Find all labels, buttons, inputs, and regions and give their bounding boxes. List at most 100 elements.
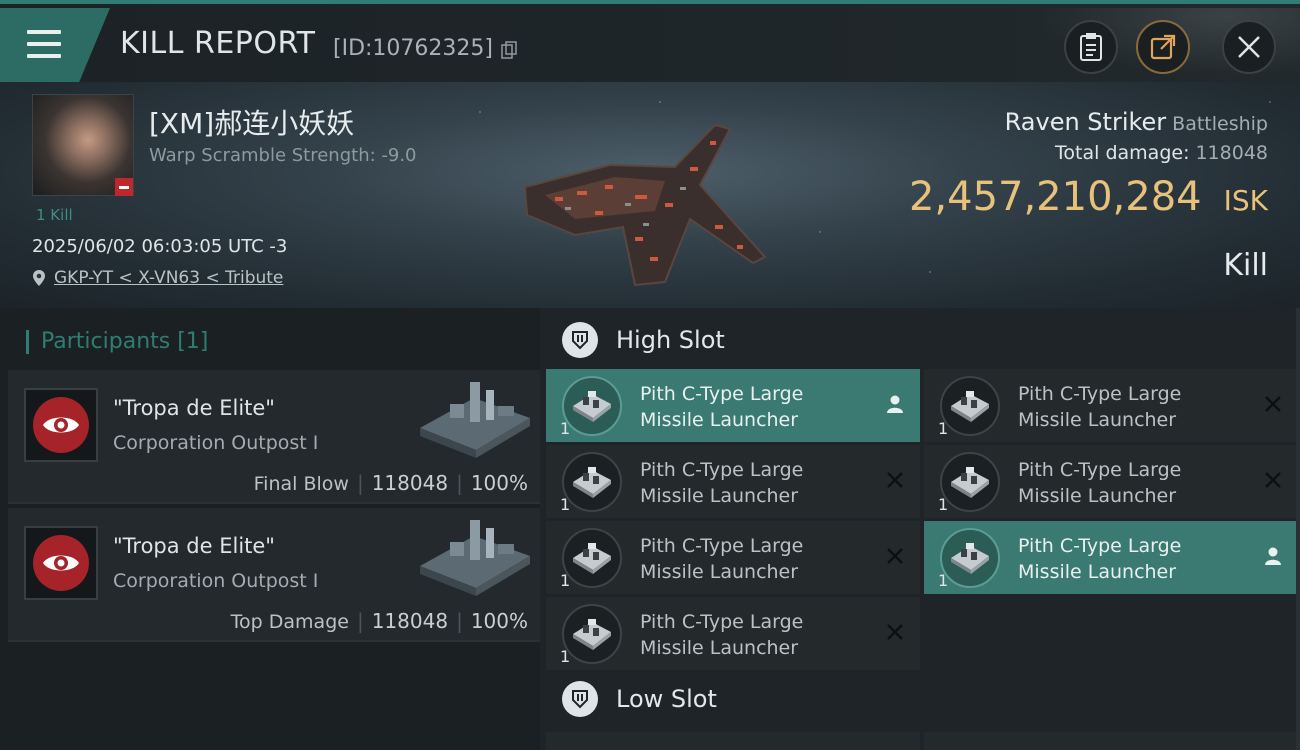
- eye-icon: [43, 555, 79, 571]
- destroyed-icon: [887, 624, 903, 640]
- isk-amount: 2,457,210,284: [908, 174, 1202, 220]
- module-name: Pith C-Type Large Missile Launcher: [640, 457, 803, 509]
- module-name-line1: Pith C-Type Large: [640, 535, 804, 557]
- person-icon: [1265, 547, 1281, 565]
- clipboard-icon: [1080, 33, 1102, 61]
- participant-percent: 100%: [470, 609, 528, 633]
- module-tile[interactable]: 1 Pith C-Type Large Missile Launcher: [546, 445, 920, 518]
- participant-card[interactable]: "Tropa de Elite" Corporation Outpost I T…: [8, 508, 540, 642]
- kill-id: [ID:10762325]: [333, 36, 493, 61]
- module-icon-frame: [562, 376, 622, 436]
- kill-location-link[interactable]: GKP-YT < X-VN63 < Tribute: [32, 268, 283, 288]
- menu-button[interactable]: [0, 8, 110, 82]
- module-name-line1: Pith C-Type Large: [1018, 383, 1182, 405]
- missile-launcher-icon: [951, 467, 989, 498]
- module-quantity: 1: [938, 495, 949, 514]
- module-name-line2: Missile Launcher: [640, 637, 799, 659]
- module-name-line2: Missile Launcher: [640, 409, 799, 431]
- result-label: Kill: [1223, 248, 1268, 283]
- total-damage-value: 118048: [1195, 142, 1268, 164]
- participant-role: Top Damage: [230, 611, 349, 633]
- participant-percent: 100%: [470, 471, 528, 495]
- eye-icon: [43, 417, 79, 433]
- participant-corp: Corporation Outpost I: [113, 432, 319, 454]
- warp-scramble-strength: Warp Scramble Strength: -9.0: [149, 145, 417, 166]
- scrollbar[interactable]: [1296, 308, 1300, 750]
- participant-card[interactable]: "Tropa de Elite" Corporation Outpost I F…: [8, 370, 540, 504]
- slot-icon: [562, 322, 598, 358]
- module-name: Pith C-Type Large Missile Launcher: [640, 533, 803, 585]
- participant-stats: Top Damage | 118048 | 100%: [230, 609, 528, 633]
- slot-icon: [562, 681, 598, 717]
- high-slot-header: High Slot: [562, 322, 725, 358]
- module-status: [884, 393, 906, 415]
- module-name-line2: Missile Launcher: [1018, 561, 1177, 583]
- module-quantity: 1: [560, 495, 571, 514]
- module-name-line2: Missile Launcher: [640, 485, 799, 507]
- module-tile[interactable]: 1 Pith C-Type Large Missile Launcher: [924, 445, 1298, 518]
- low-slot-module-partial[interactable]: [546, 732, 920, 750]
- missile-launcher-icon: [951, 391, 989, 422]
- ship-name: Raven Striker: [1004, 108, 1167, 136]
- module-quantity: 1: [560, 647, 571, 666]
- module-tile[interactable]: 1 Pith C-Type Large Missile Launcher: [924, 369, 1298, 442]
- module-name-line1: Pith C-Type Large: [1018, 459, 1182, 481]
- participants-panel: Participants [1] "Tropa de Elite" Corpor…: [0, 308, 540, 750]
- missile-launcher-icon: [573, 467, 611, 498]
- module-name-line2: Missile Launcher: [1018, 485, 1177, 507]
- low-slot-title: Low Slot: [616, 685, 717, 713]
- menu-icon: [27, 30, 61, 58]
- ship-class: Battleship: [1172, 113, 1268, 135]
- participant-damage: 118048: [371, 471, 449, 495]
- destroyed-icon: [887, 472, 903, 488]
- module-name-line1: Pith C-Type Large: [640, 383, 804, 405]
- share-button[interactable]: [1136, 20, 1190, 74]
- pilot-name[interactable]: [XM]郝连小妖妖: [149, 102, 354, 142]
- participants-heading: Participants [1]: [26, 330, 208, 354]
- fitting-panel: High Slot 1 Pith C-Type Large Missile Laun…: [540, 308, 1300, 750]
- module-quantity: 1: [938, 419, 949, 438]
- share-icon: [1150, 34, 1176, 60]
- victim-banner: [XM]郝连小妖妖 Warp Scramble Strength: -9.0 1…: [0, 82, 1300, 308]
- participant-name: "Tropa de Elite": [113, 534, 275, 558]
- destroyed-icon: [1265, 472, 1281, 488]
- ship-render[interactable]: [515, 107, 775, 287]
- module-status: [884, 621, 906, 643]
- module-status: [1262, 545, 1284, 567]
- destroyed-icon: [887, 548, 903, 564]
- participant-stats: Final Blow | 118048 | 100%: [253, 471, 528, 495]
- total-damage: Total damage: 118048: [1055, 142, 1268, 164]
- module-tile[interactable]: 1 Pith C-Type Large Missile Launcher: [924, 521, 1298, 594]
- copy-icon[interactable]: [501, 41, 517, 59]
- missile-launcher-icon: [573, 543, 611, 574]
- kill-count: 1 Kill: [36, 206, 73, 224]
- module-name-line2: Missile Launcher: [1018, 409, 1177, 431]
- participant-avatar: [24, 526, 98, 600]
- ship-type[interactable]: Raven Striker Battleship: [1005, 108, 1268, 136]
- module-quantity: 1: [938, 571, 949, 590]
- module-name-line2: Missile Launcher: [640, 561, 799, 583]
- page-title: KILL REPORT: [120, 26, 316, 61]
- module-tile[interactable]: 1 Pith C-Type Large Missile Launcher: [546, 597, 920, 670]
- module-name-line1: Pith C-Type Large: [640, 459, 804, 481]
- close-icon: [1238, 36, 1260, 58]
- module-status: [1262, 393, 1284, 415]
- module-status: [884, 469, 906, 491]
- clipboard-button[interactable]: [1064, 20, 1118, 74]
- module-name-line1: Pith C-Type Large: [640, 611, 804, 633]
- location-pin-icon: [33, 270, 45, 286]
- close-button[interactable]: [1222, 20, 1276, 74]
- missile-launcher-icon: [951, 543, 989, 574]
- module-tile[interactable]: 1 Pith C-Type Large Missile Launcher: [546, 521, 920, 594]
- module-icon-frame: [562, 604, 622, 664]
- missile-launcher-icon: [573, 619, 611, 650]
- participant-damage: 118048: [371, 609, 449, 633]
- kill-timestamp: 2025/06/02 06:03:05 UTC -3: [32, 236, 288, 257]
- total-damage-label: Total damage:: [1055, 142, 1190, 164]
- low-slot-module-partial[interactable]: [924, 732, 1298, 750]
- module-tile[interactable]: 1 Pith C-Type Large Missile Launcher: [546, 369, 920, 442]
- low-slot-header: Low Slot: [562, 681, 717, 717]
- participant-avatar: [24, 388, 98, 462]
- hostile-badge: [115, 178, 133, 196]
- module-icon-frame: [940, 528, 1000, 588]
